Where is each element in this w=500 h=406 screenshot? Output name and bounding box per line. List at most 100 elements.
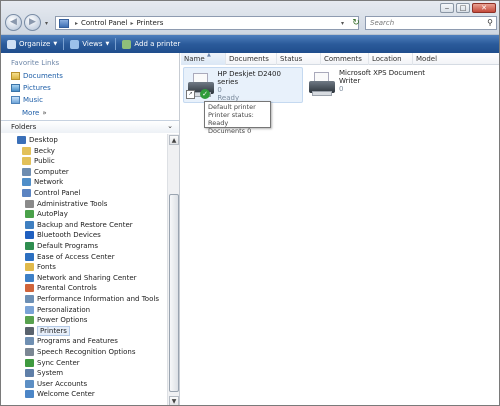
- organize-button[interactable]: Organize ▼: [7, 39, 58, 49]
- title-bar: ‒ □ ✕ ◀ ▶ ▾ ▸ Control Panel ▸ Printers ▾…: [1, 1, 499, 35]
- tree-item-label: Network and Sharing Center: [37, 273, 137, 282]
- tree-item-label: Administrative Tools: [37, 199, 108, 208]
- address-dropdown-icon[interactable]: ▾: [341, 20, 344, 27]
- breadcrumb-control-panel[interactable]: Control Panel: [81, 19, 127, 27]
- tree-item-network-and-sharing-center[interactable]: Network and Sharing Center: [25, 273, 137, 283]
- tree-item-sync-center[interactable]: Sync Center: [25, 358, 80, 368]
- tree-item-system[interactable]: System: [25, 368, 63, 378]
- back-button[interactable]: ◀: [5, 14, 22, 31]
- column-header-model[interactable]: Model: [413, 53, 499, 65]
- tree-item-label: Control Panel: [34, 189, 81, 197]
- favorite-link-music[interactable]: Music: [11, 96, 43, 104]
- tree-item-ease-of-access-center[interactable]: Ease of Access Center: [25, 252, 115, 262]
- column-header-name[interactable]: ▲ Name: [181, 52, 226, 65]
- favorite-link-pictures[interactable]: Pictures: [11, 84, 51, 92]
- autoplay-icon: [25, 210, 34, 219]
- column-label: Comments: [324, 55, 362, 63]
- favorite-link-documents[interactable]: Documents: [11, 72, 63, 80]
- tree-item-speech-recognition-options[interactable]: Speech Recognition Options: [25, 347, 135, 357]
- tree-item-administrative-tools[interactable]: Administrative Tools: [25, 199, 107, 209]
- column-label: Name: [184, 55, 205, 63]
- breadcrumb-separator[interactable]: ▸: [75, 20, 78, 27]
- printer-icon: [307, 69, 337, 99]
- tree-item-user-accounts[interactable]: User Accounts: [25, 379, 87, 389]
- tree-item-becky[interactable]: Becky: [22, 146, 55, 156]
- tree-item-public[interactable]: Public: [22, 156, 55, 166]
- tree-item-welcome-center[interactable]: Welcome Center: [25, 389, 95, 399]
- more-links[interactable]: More»: [22, 109, 47, 117]
- tree-item-label: Programs and Features: [37, 337, 118, 346]
- speech-recognition-icon: [25, 348, 34, 356]
- forward-button[interactable]: ▶: [24, 14, 41, 31]
- power-options-icon: [25, 316, 34, 325]
- tree-item-autoplay[interactable]: AutoPlay: [25, 209, 68, 219]
- add-printer-button[interactable]: Add a printer: [122, 39, 181, 49]
- tree-item-label: Parental Controls: [37, 284, 97, 293]
- folder-tree-scrollbar[interactable]: ▲ ▼: [167, 134, 179, 405]
- tree-item-label: Default Programs: [37, 242, 98, 250]
- bluetooth-icon: [25, 231, 34, 240]
- column-header-status[interactable]: Status: [277, 53, 321, 65]
- column-header-documents[interactable]: Documents: [226, 53, 277, 65]
- tree-item-network[interactable]: Network: [22, 177, 63, 187]
- maximize-button[interactable]: □: [456, 3, 470, 13]
- add-printer-label: Add a printer: [134, 40, 181, 48]
- music-icon: [11, 96, 20, 104]
- search-placeholder: Search: [370, 19, 395, 27]
- tree-item-label: Public: [34, 157, 55, 166]
- tree-item-computer[interactable]: Computer: [22, 167, 69, 177]
- desktop-icon: [17, 136, 26, 144]
- tree-item-performance-information-and-tools[interactable]: Performance Information and Tools: [25, 294, 159, 304]
- tree-item-desktop[interactable]: Desktop: [17, 135, 58, 145]
- views-button[interactable]: Views ▼: [70, 39, 110, 49]
- minimize-button[interactable]: ‒: [440, 3, 454, 13]
- scroll-up-icon[interactable]: ▲: [169, 135, 179, 145]
- tooltip-line: Default printer: [208, 103, 256, 111]
- tree-item-label: Printers: [37, 325, 70, 336]
- tree-item-bluetooth-devices[interactable]: Bluetooth Devices: [25, 230, 101, 240]
- favorite-link-label: Documents: [23, 72, 63, 80]
- printer-item-microsoft-xps[interactable]: Microsoft XPS Document Writer 0: [305, 67, 425, 103]
- refresh-icon[interactable]: ↻: [349, 16, 363, 30]
- chevron-down-icon: ▼: [105, 41, 110, 47]
- toolbar-divider: [115, 38, 117, 50]
- tree-item-programs-and-features[interactable]: Programs and Features: [25, 336, 118, 346]
- tree-item-control-panel[interactable]: Control Panel: [22, 188, 80, 198]
- search-input[interactable]: Search ⚲: [365, 16, 497, 30]
- scrollbar-thumb[interactable]: [169, 194, 179, 392]
- tree-item-parental-controls[interactable]: Parental Controls: [25, 283, 97, 293]
- ease-of-access-icon: [25, 252, 34, 261]
- tree-item-printers[interactable]: Printers: [25, 325, 70, 336]
- welcome-center-icon: [25, 390, 34, 399]
- tree-item-label: User Accounts: [37, 379, 88, 388]
- tree-item-default-programs[interactable]: Default Programs: [25, 241, 98, 251]
- recent-pages-dropdown[interactable]: ▾: [45, 20, 48, 27]
- command-toolbar: Organize ▼ Views ▼ Add a printer: [1, 35, 499, 53]
- chevron-down-icon: ▼: [53, 41, 58, 47]
- tree-item-label: Speech Recognition Options: [37, 348, 136, 356]
- folders-header[interactable]: Folders ⌄: [1, 120, 179, 133]
- printer-item-hp-deskjet[interactable]: ↗ ✓ HP Deskjet D2400 series 0 Ready: [183, 67, 303, 103]
- sync-center-icon: [25, 358, 34, 367]
- breadcrumb-printers[interactable]: Printers: [136, 19, 163, 27]
- favorite-link-label: Music: [23, 96, 43, 104]
- window-controls: ‒ □ ✕: [438, 3, 496, 13]
- close-button[interactable]: ✕: [472, 3, 496, 13]
- column-header-location[interactable]: Location: [369, 53, 413, 65]
- breadcrumb-separator[interactable]: ▸: [130, 20, 133, 27]
- tree-item-fonts[interactable]: Fonts: [25, 262, 56, 272]
- organize-icon: [7, 39, 16, 49]
- address-bar[interactable]: ▸ Control Panel ▸ Printers ▾: [55, 16, 359, 30]
- printer-icon: ↗ ✓: [186, 70, 215, 100]
- printer-name-line-2: Writer: [338, 77, 361, 85]
- programs-features-icon: [25, 337, 34, 346]
- printer-details: Microsoft XPS Document Writer 0: [339, 67, 425, 103]
- tree-item-power-options[interactable]: Power Options: [25, 315, 87, 325]
- tree-item-label: Welcome Center: [37, 390, 95, 399]
- organize-label: Organize: [19, 40, 51, 48]
- column-header-comments[interactable]: Comments: [321, 53, 369, 65]
- scroll-down-icon[interactable]: ▼: [169, 396, 179, 405]
- tree-item-backup-and-restore-center[interactable]: Backup and Restore Center: [25, 220, 133, 230]
- tree-item-personalization[interactable]: Personalization: [25, 305, 90, 315]
- search-icon[interactable]: ⚲: [487, 17, 493, 29]
